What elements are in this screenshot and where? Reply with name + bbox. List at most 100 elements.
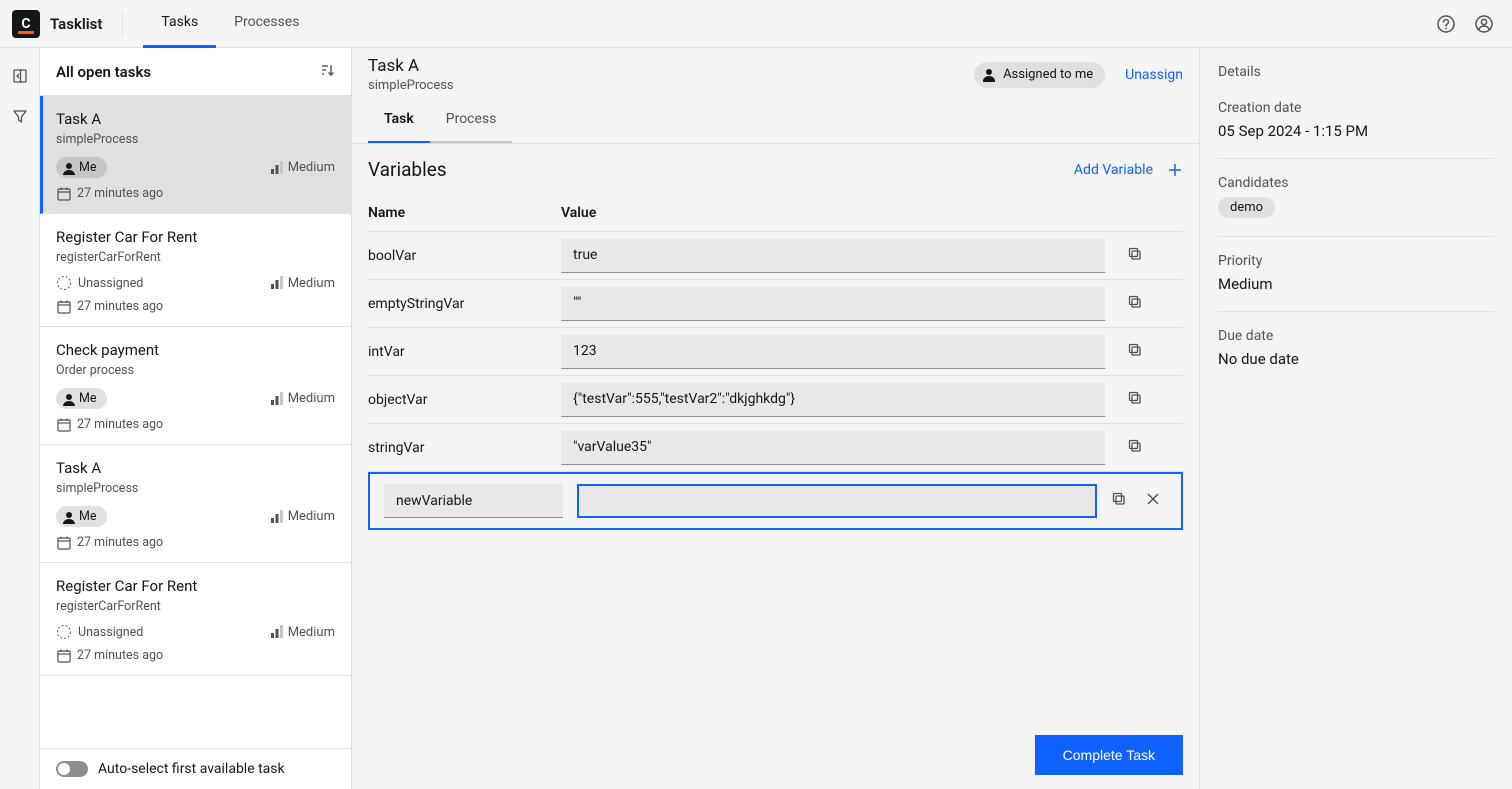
variable-value-input[interactable] — [561, 335, 1105, 369]
task-list-panel: All open tasks Task A simpleProcess Me M… — [40, 48, 352, 789]
task-item[interactable]: Task A simpleProcess Me Medium 27 minute… — [40, 445, 351, 563]
tab-process[interactable]: Process — [430, 99, 513, 143]
variable-row: objectVar — [368, 376, 1183, 424]
details-title: Details — [1218, 64, 1494, 80]
task-age: 27 minutes ago — [56, 186, 163, 201]
content-tabs: Task Process — [368, 99, 1183, 143]
variable-row: intVar — [368, 328, 1183, 376]
copy-icon[interactable] — [1127, 438, 1143, 458]
nav-tasks[interactable]: Tasks — [143, 0, 216, 48]
task-item[interactable]: Check payment Order process Me Medium 27… — [40, 327, 351, 445]
add-variable-button[interactable]: Add Variable — [1074, 162, 1183, 178]
calendar-icon — [56, 299, 71, 314]
task-item[interactable]: Task A simpleProcess Me Medium 27 minute… — [40, 96, 351, 214]
task-list-footer: Auto-select first available task — [40, 748, 351, 789]
filter-icon[interactable] — [4, 100, 36, 132]
variable-name: objectVar — [368, 386, 561, 414]
variable-name: stringVar — [368, 434, 561, 462]
variable-row: emptyStringVar — [368, 280, 1183, 328]
new-variable-row — [368, 472, 1183, 530]
variables-heading: Variables — [368, 158, 447, 181]
task-item-process: registerCarForRent — [56, 250, 335, 265]
variable-value-input[interactable] — [561, 287, 1105, 321]
help-icon[interactable] — [1430, 8, 1462, 40]
bars-icon — [269, 160, 285, 176]
app-logo: C — [12, 10, 40, 38]
due-date-label: Due date — [1218, 328, 1494, 344]
user-icon — [61, 392, 75, 406]
task-item-title: Check payment — [56, 341, 335, 359]
copy-icon[interactable] — [1127, 390, 1143, 410]
variable-name: boolVar — [368, 242, 561, 270]
task-item-title: Register Car For Rent — [56, 577, 335, 595]
new-variable-name-input[interactable] — [384, 484, 563, 518]
auto-select-toggle[interactable] — [56, 761, 88, 777]
task-item-title: Register Car For Rent — [56, 228, 335, 246]
auto-select-label: Auto-select first available task — [98, 761, 285, 777]
priority-indicator: Medium — [269, 160, 335, 176]
priority-indicator: Medium — [269, 275, 335, 291]
user-menu-icon[interactable] — [1468, 8, 1500, 40]
bars-icon — [269, 391, 285, 407]
user-icon — [61, 510, 75, 524]
assignee-badge: Me — [56, 506, 107, 527]
task-process: simpleProcess — [368, 78, 454, 93]
task-list-title: All open tasks — [56, 63, 151, 81]
details-panel: Details Creation date 05 Sep 2024 - 1:15… — [1200, 48, 1512, 789]
variables-column-header: Name Value — [368, 195, 1183, 232]
copy-icon[interactable] — [1127, 246, 1143, 266]
priority-indicator: Medium — [269, 624, 335, 640]
unassigned-icon — [56, 275, 72, 291]
candidate-badge: demo — [1218, 197, 1275, 218]
variable-value-input[interactable] — [561, 383, 1105, 417]
new-variable-value-input[interactable] — [577, 484, 1097, 518]
copy-icon[interactable] — [1111, 491, 1127, 511]
nav-processes[interactable]: Processes — [216, 0, 317, 48]
task-item[interactable]: Register Car For Rent registerCarForRent… — [40, 563, 351, 676]
assignee-badge: Me — [56, 388, 107, 409]
calendar-icon — [56, 535, 71, 550]
task-age: 27 minutes ago — [56, 648, 163, 663]
task-item-process: simpleProcess — [56, 132, 335, 147]
variable-value-input[interactable] — [561, 239, 1105, 273]
task-age: 27 minutes ago — [56, 535, 163, 550]
copy-icon[interactable] — [1127, 294, 1143, 314]
creation-date-label: Creation date — [1218, 100, 1494, 116]
col-value: Value — [561, 205, 1183, 221]
sort-icon[interactable] — [319, 62, 335, 82]
bars-icon — [269, 275, 285, 291]
unassign-button[interactable]: Unassign — [1125, 67, 1183, 83]
variable-name: emptyStringVar — [368, 290, 561, 318]
task-item-process: simpleProcess — [56, 481, 335, 496]
task-item-process: Order process — [56, 363, 335, 378]
topbar: C Tasklist Tasks Processes — [0, 0, 1512, 48]
task-item-title: Task A — [56, 459, 335, 477]
priority-value: Medium — [1218, 275, 1494, 293]
task-item[interactable]: Register Car For Rent registerCarForRent… — [40, 214, 351, 327]
close-icon[interactable] — [1145, 491, 1161, 511]
task-title: Task A — [368, 56, 454, 76]
app-name: Tasklist — [50, 15, 102, 33]
task-item-process: registerCarForRent — [56, 599, 335, 614]
copy-icon[interactable] — [1127, 342, 1143, 362]
task-item-title: Task A — [56, 110, 335, 128]
bars-icon — [269, 624, 285, 640]
variable-value-input[interactable] — [561, 431, 1105, 465]
collapse-panel-icon[interactable] — [4, 60, 36, 92]
priority-indicator: Medium — [269, 391, 335, 407]
complete-task-button[interactable]: Complete Task — [1035, 735, 1183, 775]
variable-row: boolVar — [368, 232, 1183, 280]
user-icon — [981, 67, 997, 83]
calendar-icon — [56, 186, 71, 201]
plus-icon — [1167, 162, 1183, 178]
col-name: Name — [368, 205, 561, 221]
tab-task[interactable]: Task — [368, 99, 430, 143]
calendar-icon — [56, 648, 71, 663]
assigned-badge: Assigned to me — [974, 62, 1105, 88]
creation-date-value: 05 Sep 2024 - 1:15 PM — [1218, 122, 1494, 140]
bars-icon — [269, 509, 285, 525]
task-list: Task A simpleProcess Me Medium 27 minute… — [40, 96, 351, 748]
variable-name: intVar — [368, 338, 561, 366]
task-age: 27 minutes ago — [56, 417, 163, 432]
assignee-badge: Me — [56, 157, 107, 178]
